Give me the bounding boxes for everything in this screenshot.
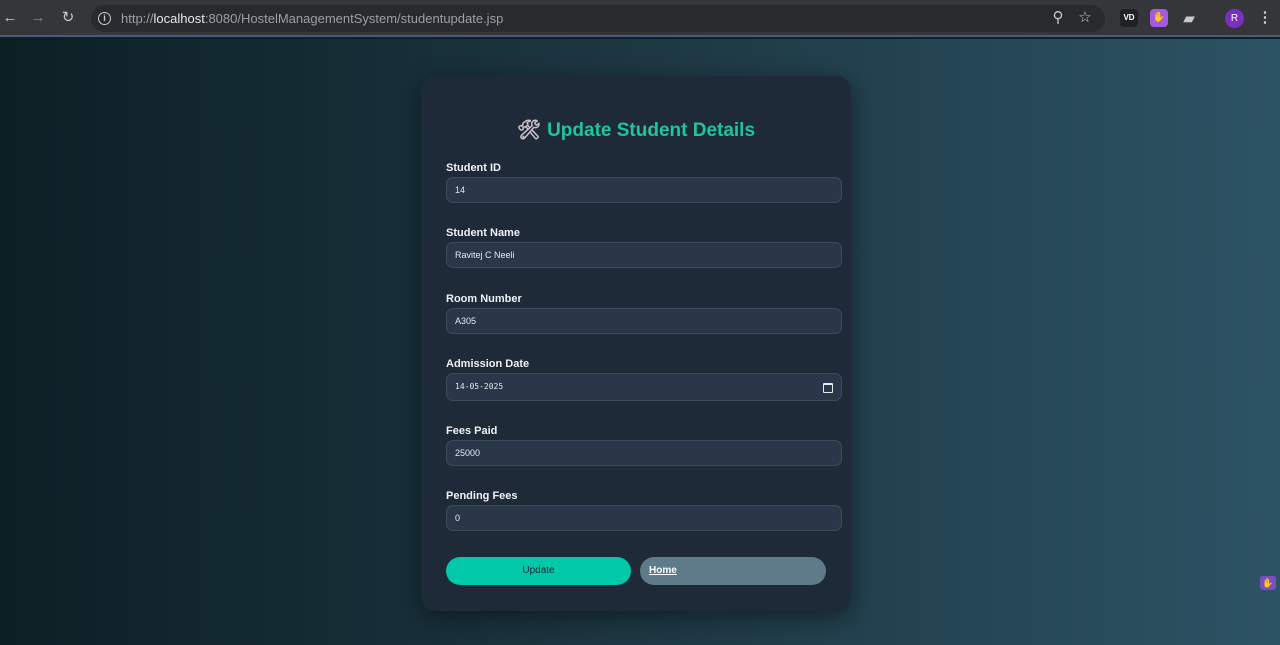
home-link-button[interactable]: Home xyxy=(640,557,826,585)
form-title: 🛠 Update Student Details xyxy=(421,118,851,142)
pending-fees-label: Pending Fees xyxy=(446,490,518,502)
student-id-input[interactable]: 14 xyxy=(446,177,842,203)
update-form-card: 🛠 Update Student Details Student ID 14 St… xyxy=(421,76,851,611)
url-prefix: http:// xyxy=(121,11,154,26)
menu-kebab-icon[interactable]: ⋮ xyxy=(1255,8,1275,28)
reload-icon[interactable]: ↻ xyxy=(58,8,78,28)
forward-arrow-icon[interactable]: → xyxy=(28,8,48,28)
url-path: :8080/HostelManagementSystem/studentupda… xyxy=(204,11,504,26)
extensions-puzzle-icon[interactable]: ▰ xyxy=(1180,9,1198,27)
address-bar[interactable]: i http://localhost:8080/HostelManagement… xyxy=(91,5,1105,32)
student-id-label: Student ID xyxy=(446,162,501,174)
back-arrow-icon[interactable]: ← xyxy=(0,8,20,28)
calendar-icon[interactable] xyxy=(823,383,833,393)
page-background: 🛠 Update Student Details Student ID 14 St… xyxy=(0,39,1280,645)
room-number-input[interactable]: A305 xyxy=(446,308,842,334)
student-name-input[interactable]: Ravitej C Neeli xyxy=(446,242,842,268)
room-number-label: Room Number xyxy=(446,293,522,305)
zoom-icon[interactable]: ⚲ xyxy=(1049,9,1067,27)
url-text[interactable]: http://localhost:8080/HostelManagementSy… xyxy=(121,11,503,26)
profile-avatar[interactable]: R xyxy=(1225,9,1244,28)
fees-paid-input[interactable]: 25000 xyxy=(446,440,842,466)
admission-date-input[interactable]: 14-05-2025 xyxy=(446,373,842,401)
pending-fees-input[interactable]: 0 xyxy=(446,505,842,531)
student-name-label: Student Name xyxy=(446,227,520,239)
bookmark-star-icon[interactable]: ☆ xyxy=(1076,9,1094,27)
vd-extension-icon[interactable]: VD xyxy=(1120,9,1138,27)
admission-date-value: 14-05-2025 xyxy=(455,382,504,391)
admission-date-label: Admission Date xyxy=(446,358,530,370)
form-title-text: Update Student Details xyxy=(547,120,756,141)
browser-toolbar: ← → ↻ i http://localhost:8080/HostelMana… xyxy=(0,0,1280,37)
floating-extension-icon[interactable]: ✋ xyxy=(1260,576,1276,590)
fees-paid-label: Fees Paid xyxy=(446,425,498,437)
url-host: localhost xyxy=(153,11,205,26)
site-info-icon[interactable]: i xyxy=(98,12,111,25)
purple-extension-icon[interactable]: ✋ xyxy=(1150,9,1168,27)
update-button[interactable]: Update xyxy=(446,557,631,585)
tools-icon: 🛠 xyxy=(516,120,542,141)
